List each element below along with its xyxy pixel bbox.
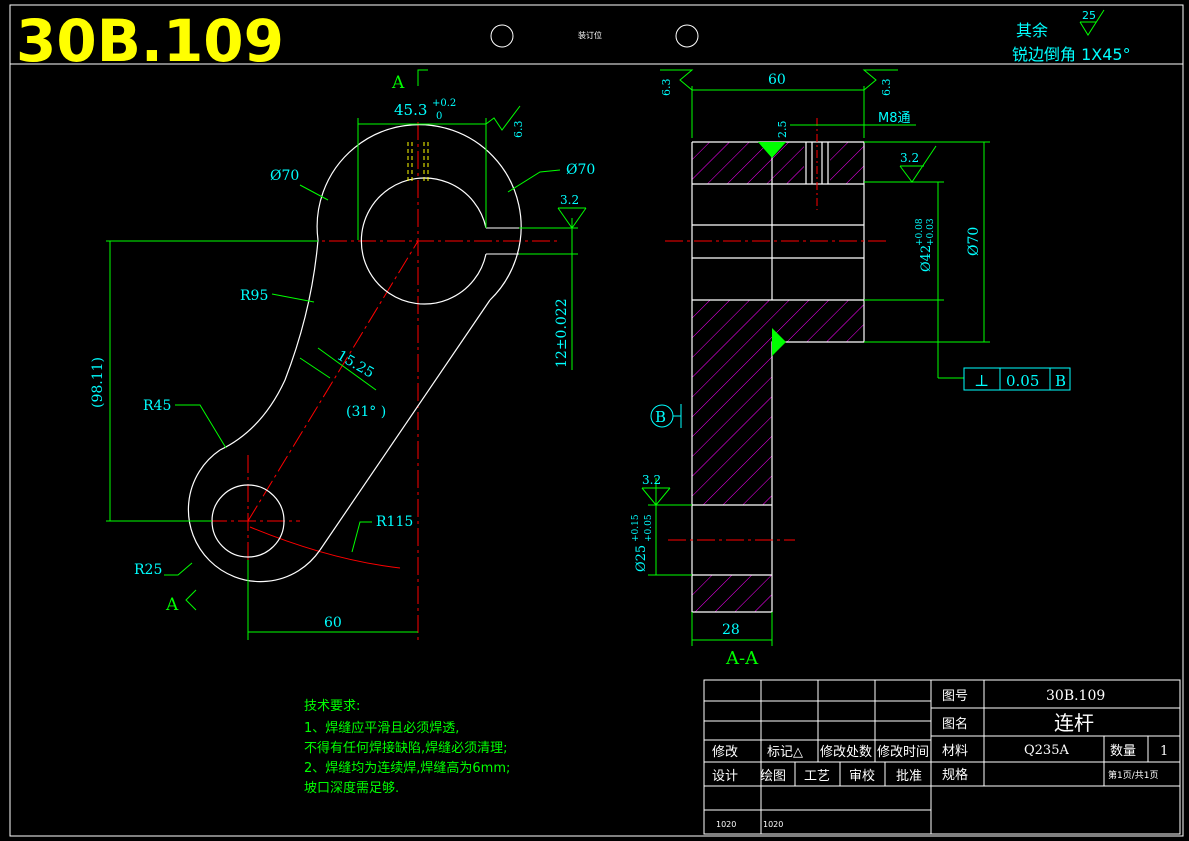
hatch-arm xyxy=(692,300,772,505)
rough-6-3-front: 6.3 xyxy=(512,121,525,139)
tech-requirements: 技术要求: 1、焊缝应平滑且必须焊透, 不得有任何焊接缺陷,焊缝必须清理; 2、… xyxy=(304,699,510,796)
tech-line-4: 坡口深度需足够. xyxy=(304,780,399,796)
binding-hole-right xyxy=(675,24,699,48)
dim-2-5: 2.5 xyxy=(776,121,789,139)
drawing-sheet: 30B.109 装订位 其余 25 锐边倒角 1X45° A A 45.3 +0… xyxy=(9,4,1184,837)
dim-60-bottom: 60 xyxy=(324,615,342,631)
dim-r95: R95 xyxy=(240,288,268,304)
spec-label: 规格 xyxy=(942,767,968,783)
section-view: 60 6.3 6.3 2.5 M8通 3.2 Ø42 +0.08 +0.03 Ø… xyxy=(631,69,1071,669)
arm-right-edge xyxy=(319,299,491,551)
sign-header-check: 审校 xyxy=(849,768,875,784)
thread-label: M8通 xyxy=(878,111,911,126)
rev-header-modify: 修改 xyxy=(712,745,738,760)
dim-dia42-tol-lower: +0.03 xyxy=(926,218,936,246)
drawing-no-label: 图号 xyxy=(942,689,968,704)
tolerance-symbol: ⊥ xyxy=(974,371,989,390)
datum-label: B xyxy=(655,408,666,426)
tolerance-datum: B xyxy=(1055,372,1066,390)
surface-note-value: 25 xyxy=(1082,9,1096,22)
binding-hole-left xyxy=(490,24,514,48)
dim-bore-width-tol-lower: 0 xyxy=(436,111,442,122)
dim-98-11: (98.11) xyxy=(90,357,106,408)
rough-right: 6.3 xyxy=(880,79,893,97)
dim-60-top: 60 xyxy=(768,72,786,88)
dim-dia70: Ø70 xyxy=(966,227,982,256)
tech-line-3: 2、焊缝均为连续焊,焊缝高为6mm; xyxy=(304,760,510,776)
rough-3-2-front: 3.2 xyxy=(560,193,579,207)
qty: 1 xyxy=(1160,744,1168,759)
arm-left-edge xyxy=(219,239,319,451)
sign-date-design: 1020 xyxy=(716,820,736,829)
dim-15-25: 15.25 xyxy=(334,348,377,382)
chamfer-note: 锐边倒角 1X45° xyxy=(1012,45,1131,64)
big-boss-outline xyxy=(316,124,522,301)
dim-bore-width-tol-upper: +0.2 xyxy=(432,98,456,109)
dim-angle: (31° ) xyxy=(346,404,386,420)
name-label: 图名 xyxy=(942,716,968,732)
title-block: 修改 标记△ 修改处数 修改时间 设计 绘图 工艺 审校 批准 1020 102… xyxy=(703,679,1181,835)
rough-3-2-bottom: 3.2 xyxy=(642,473,661,487)
dim-12: 12±0.022 xyxy=(554,298,570,368)
dim-28: 28 xyxy=(722,622,740,638)
sign-header-draw: 绘图 xyxy=(760,769,786,784)
section-title: A-A xyxy=(725,648,759,669)
tech-line-1: 1、焊缝应平滑且必须焊透, xyxy=(304,720,459,736)
sign-header-process: 工艺 xyxy=(804,769,830,784)
dim-right-dia: Ø70 xyxy=(566,162,595,178)
dim-bore-width: 45.3 xyxy=(394,101,427,119)
tolerance-value: 0.05 xyxy=(1006,372,1039,390)
dim-dia25-tol-lower: +0.05 xyxy=(644,514,654,542)
rev-header-time: 修改时间 xyxy=(877,745,929,760)
front-view: A A 45.3 +0.2 0 6.3 Ø70 Ø70 R95 R45 R25 … xyxy=(90,69,595,640)
rough-3-2-top: 3.2 xyxy=(900,151,919,165)
dim-r25: R25 xyxy=(134,562,162,578)
dim-dia25: Ø25 xyxy=(634,545,649,572)
dim-r45: R45 xyxy=(143,398,171,414)
rev-header-count: 修改处数 xyxy=(820,745,872,760)
dim-dia25-tol-upper: +0.15 xyxy=(631,514,641,542)
rough-left: 6.3 xyxy=(660,79,673,97)
drawing-code-title: 30B.109 xyxy=(16,7,284,75)
centerline-arm xyxy=(247,240,419,522)
part-name: 连杆 xyxy=(1054,711,1094,735)
small-boss-outline xyxy=(187,449,321,583)
page-number: 第1页/共1页 xyxy=(1108,769,1159,781)
qty-label: 数量 xyxy=(1110,744,1136,759)
material: Q235A xyxy=(1024,743,1069,758)
sign-header-approve: 批准 xyxy=(896,769,922,784)
dim-left-dia: Ø70 xyxy=(270,168,299,184)
hatch-bottom xyxy=(692,575,772,612)
surface-note: 其余 xyxy=(1016,21,1048,40)
tech-heading: 技术要求: xyxy=(304,699,360,714)
section-mark-bottom: A xyxy=(165,595,179,615)
sign-date-draw: 1020 xyxy=(763,820,783,829)
hatch-mid xyxy=(772,300,864,342)
sheet-frame xyxy=(9,4,1184,837)
binding-label: 装订位 xyxy=(578,30,602,40)
sign-header-design: 设计 xyxy=(712,769,738,784)
drawing-no: 30B.109 xyxy=(1046,688,1105,704)
tech-line-2: 不得有任何焊接缺陷,焊缝必须清理; xyxy=(304,740,508,756)
dim-r115: R115 xyxy=(376,514,413,530)
dim-dia42-tol-upper: +0.08 xyxy=(915,218,925,246)
material-label: 材料 xyxy=(942,744,968,759)
dim-dia42: Ø42 xyxy=(919,245,934,272)
section-mark-top: A xyxy=(391,73,405,93)
rev-header-mark: 标记△ xyxy=(767,745,803,760)
